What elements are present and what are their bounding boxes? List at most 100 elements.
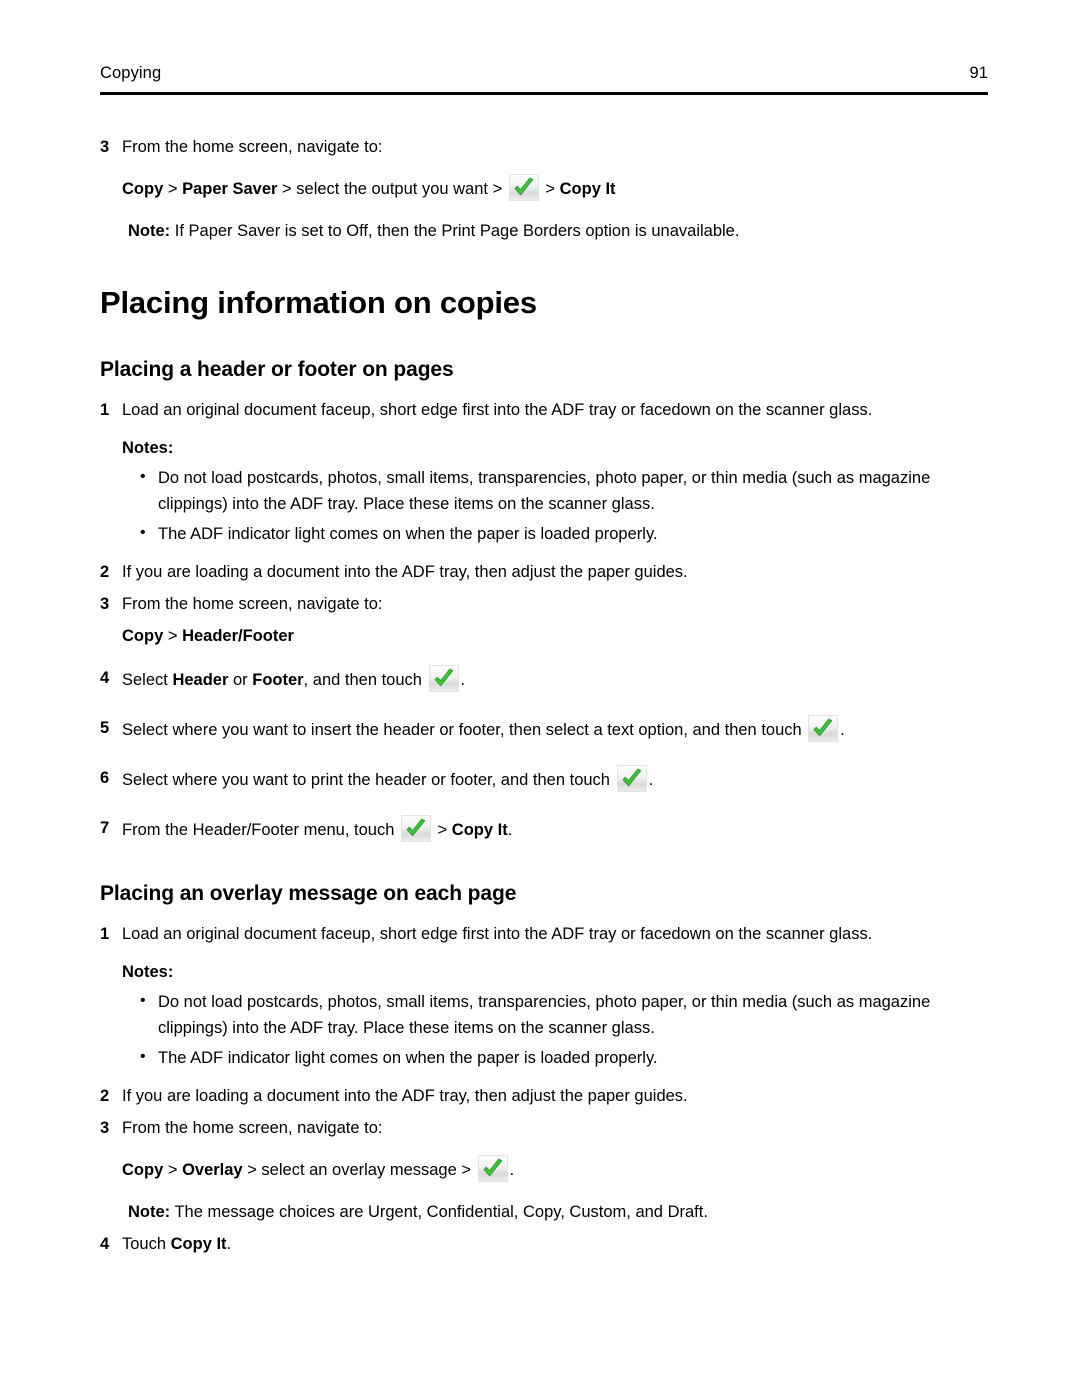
list-item: Do not load postcards, photos, small ite… (140, 988, 988, 1041)
step-text-end: . (648, 771, 654, 789)
nav-path-segment: Header/Footer (182, 627, 294, 645)
notes-label: Notes: (122, 963, 174, 982)
step-text: Load an original document faceup, short … (122, 925, 873, 944)
nav-path-segment: select an overlay message (261, 1161, 457, 1180)
note-line: Note: If Paper Saver is set to Off, then… (128, 218, 988, 244)
step-item: 5 Select where you want to insert the he… (100, 715, 988, 743)
step-text-prefix: Touch (122, 1235, 171, 1254)
nav-path-segment: Copy (122, 180, 164, 198)
step-number: 4 (100, 669, 110, 687)
step-item: 4 Select Header or Footer, and then touc… (100, 665, 988, 693)
navigation-path: Copy > Header/Footer (122, 623, 988, 649)
step-text: If you are loading a document into the A… (122, 1087, 688, 1106)
step-text: Load an original document faceup, short … (122, 401, 873, 419)
step-text-end: . (460, 671, 466, 689)
step-text-mid: > (432, 821, 452, 839)
step-text-suffix: , and then touch (303, 671, 427, 689)
step-number: 1 (100, 925, 110, 944)
step-number: 6 (100, 769, 110, 787)
note-text: If Paper Saver is set to Off, then the P… (170, 222, 740, 240)
step-text: Select where you want to print the heade… (122, 765, 988, 793)
step-text: If you are loading a document into the A… (122, 563, 688, 581)
page-title: Placing information on copies (100, 285, 537, 320)
navigation-path: Copy > Paper Saver > select the output y… (122, 174, 988, 202)
step-number: 3 (100, 595, 110, 613)
step-item: 1 Load an original document faceup, shor… (100, 397, 988, 423)
nav-path-separator: > (163, 1161, 183, 1180)
step-text-prefix: Select where you want to insert the head… (122, 721, 807, 739)
step-item: 6 Select where you want to print the hea… (100, 765, 988, 793)
note-label: Note: (128, 1203, 171, 1222)
nav-path-separator: > (242, 1161, 262, 1180)
list-item: Do not load postcards, photos, small ite… (140, 464, 988, 517)
nav-path-end: . (509, 1161, 515, 1180)
step-number: 7 (100, 819, 110, 837)
green-check-icon (400, 815, 431, 842)
green-check-icon (477, 1155, 508, 1183)
step-text-prefix: Select where you want to print the heade… (122, 771, 615, 789)
step-text: From the home screen, navigate to: (122, 595, 383, 613)
step-number: 2 (100, 563, 110, 581)
step-number: 4 (100, 1235, 110, 1254)
nav-path-segment: Overlay (182, 1161, 243, 1180)
nav-path-separator: > (277, 180, 297, 198)
step-text: Touch Copy It. (122, 1231, 988, 1257)
nav-path-separator: > (456, 1161, 476, 1180)
step-item: 3 From the home screen, navigate to: (100, 591, 988, 617)
step-item: 7 From the Header/Footer menu, touch > C… (100, 815, 988, 843)
step-item: 3 From the home screen, navigate to: (100, 134, 988, 160)
nav-path-segment: Copy (122, 627, 164, 645)
step-number: 3 (100, 138, 110, 156)
nav-path-separator: > (163, 627, 183, 645)
step-item: 2 If you are loading a document into the… (100, 1083, 988, 1109)
list-item: The ADF indicator light comes on when th… (140, 1044, 988, 1071)
step-item: 1 Load an original document faceup, shor… (100, 921, 988, 947)
page-content: 3 From the home screen, navigate to: Cop… (100, 134, 988, 1263)
nav-path-segment: Copy (122, 1161, 164, 1180)
green-check-icon (428, 665, 459, 692)
step-emphasis: Copy It (451, 821, 508, 839)
step-text: Select Header or Footer, and then touch … (122, 665, 988, 693)
step-emphasis: Header (172, 671, 229, 689)
step-text-end: . (507, 821, 513, 839)
step-text-end: . (226, 1235, 232, 1254)
step-item: 3 From the home screen, navigate to: (100, 1115, 988, 1141)
step-number: 5 (100, 719, 110, 737)
section-heading-header-footer: Placing a header or footer on pages (100, 357, 454, 381)
note-line: Note: The message choices are Urgent, Co… (128, 1199, 988, 1225)
step-number: 2 (100, 1087, 110, 1106)
step-text-prefix: Select (122, 671, 173, 689)
step-text-end: . (840, 721, 845, 739)
header-page-number: 91 (969, 64, 988, 82)
nav-path-separator: > (163, 180, 183, 198)
navigation-path: Copy > Overlay > select an overlay messa… (122, 1155, 988, 1183)
nav-path-segment: select the output you want (296, 180, 488, 198)
step-number: 1 (100, 401, 110, 419)
note-text: The message choices are Urgent, Confiden… (170, 1203, 708, 1222)
notes-list: Do not load postcards, photos, small ite… (140, 464, 988, 547)
step-text: From the home screen, navigate to: (122, 1119, 383, 1138)
nav-path-segment: Copy It (559, 180, 616, 198)
section-heading-overlay: Placing an overlay message on each page (100, 882, 517, 905)
step-text: From the Header/Footer menu, touch > Cop… (122, 815, 988, 843)
page-running-header: Copying 91 (100, 64, 988, 84)
green-check-icon (508, 174, 539, 201)
header-section-title: Copying (100, 64, 162, 82)
nav-path-separator: > (540, 180, 560, 198)
header-divider-rule (100, 92, 988, 95)
note-label: Note: (128, 222, 171, 240)
step-emphasis: Footer (252, 671, 304, 689)
step-item: 2 If you are loading a document into the… (100, 559, 988, 585)
notes-label: Notes: (122, 439, 174, 457)
step-text-mid: or (228, 671, 253, 689)
step-text-prefix: From the Header/Footer menu, touch (122, 821, 399, 839)
green-check-icon (616, 765, 647, 792)
nav-path-segment: Paper Saver (182, 180, 278, 198)
nav-path-separator: > (488, 180, 507, 198)
step-item: 4 Touch Copy It. (100, 1231, 988, 1257)
document-page: Copying 91 3 From the home screen, navig… (0, 0, 1080, 1397)
notes-list: Do not load postcards, photos, small ite… (140, 988, 988, 1071)
step-text: From the home screen, navigate to: (122, 138, 383, 156)
step-text: Select where you want to insert the head… (122, 715, 988, 743)
green-check-icon (808, 715, 839, 742)
